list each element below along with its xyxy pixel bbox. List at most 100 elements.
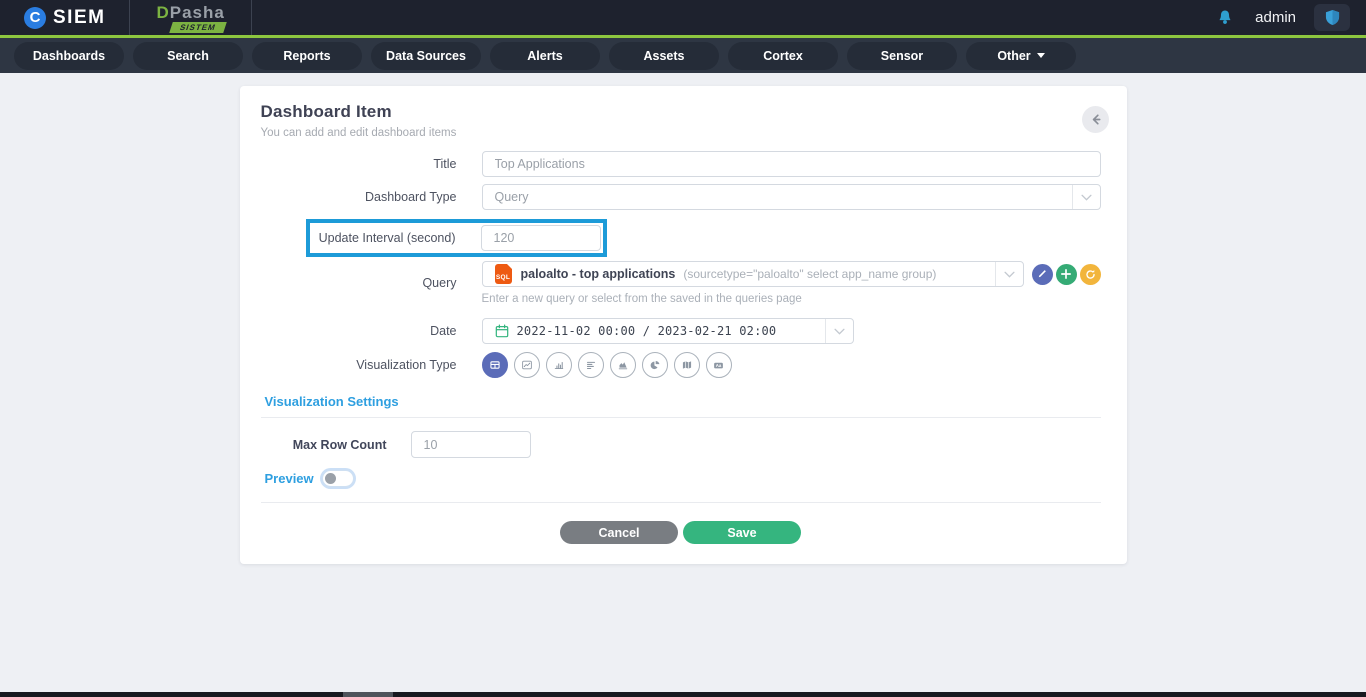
dashboard-type-value: Query (495, 190, 529, 204)
date-select[interactable]: 2022-11-02 00:00 / 2023-02-21 02:00 (482, 318, 854, 344)
page-subtitle: You can add and edit dashboard items (261, 127, 1101, 139)
max-row-count-row: Max Row Count (261, 431, 1101, 458)
cancel-button[interactable]: Cancel (560, 521, 678, 544)
top-bar: C SIEM DPasha SISTEM admin (0, 0, 1366, 38)
page-title: Dashboard Item (261, 102, 1101, 122)
viz-type-line-chart-button[interactable] (514, 352, 540, 378)
sql-icon-text: SQL (496, 274, 510, 281)
chevron-cell (995, 262, 1023, 286)
max-row-count-label: Max Row Count (281, 438, 387, 452)
viz-type-text-button[interactable]: Aa (706, 352, 732, 378)
query-label: Query (261, 276, 457, 290)
nav-item-dashboards[interactable]: Dashboards (14, 42, 124, 70)
user-profile-button[interactable] (1314, 4, 1350, 31)
visualization-settings-title: Visualization Settings (265, 394, 1101, 409)
viz-type-table-button[interactable] (482, 352, 508, 378)
nav-item-other[interactable]: Other (966, 42, 1076, 70)
nav-label: Other (997, 49, 1030, 63)
title-input[interactable] (482, 151, 1101, 177)
nav-label: Assets (644, 49, 685, 63)
visualization-type-row: Visualization Type (261, 352, 1101, 378)
refresh-icon (1085, 269, 1096, 280)
viz-type-horizontal-bar-chart-button[interactable] (578, 352, 604, 378)
siem-logo[interactable]: C SIEM (0, 0, 129, 35)
query-name: paloalto - top applications (521, 267, 676, 281)
back-button[interactable] (1082, 106, 1109, 133)
notifications-button[interactable] (1213, 6, 1237, 30)
nav-label: Reports (283, 49, 330, 63)
save-button[interactable]: Save (683, 521, 801, 544)
edit-query-button[interactable] (1032, 264, 1053, 285)
viz-type-bar-chart-button[interactable] (546, 352, 572, 378)
preview-row: Preview (261, 470, 1101, 487)
shield-icon (1325, 9, 1340, 26)
viz-type-area-chart-button[interactable] (610, 352, 636, 378)
date-field-wrap: 2022-11-02 00:00 / 2023-02-21 02:00 (482, 318, 854, 344)
bell-icon (1216, 9, 1234, 27)
pie-chart-icon (648, 358, 662, 372)
max-row-count-input[interactable] (411, 431, 531, 458)
chevron-cell (1072, 185, 1100, 209)
nav-item-sensor[interactable]: Sensor (847, 42, 957, 70)
nav-label: Dashboards (33, 49, 105, 63)
viz-type-map-button[interactable] (674, 352, 700, 378)
main-nav: Dashboards Search Reports Data Sources A… (0, 38, 1366, 73)
calendar-icon (495, 324, 509, 338)
nav-item-cortex[interactable]: Cortex (728, 42, 838, 70)
text-icon-label: Aa (716, 363, 722, 368)
nav-item-reports[interactable]: Reports (252, 42, 362, 70)
dashboard-type-select[interactable]: Query (482, 184, 1101, 210)
text-value-icon: Aa (711, 358, 726, 373)
query-helper-text: Enter a new query or select from the sav… (482, 293, 1101, 305)
query-action-buttons (1032, 264, 1101, 285)
siem-logo-text: SIEM (53, 7, 105, 29)
siem-logo-badge: C (24, 7, 46, 29)
nav-item-search[interactable]: Search (133, 42, 243, 70)
add-query-button[interactable] (1056, 264, 1077, 285)
preview-toggle[interactable] (322, 470, 354, 487)
arrow-left-icon (1089, 113, 1102, 126)
nav-item-assets[interactable]: Assets (609, 42, 719, 70)
update-interval-label: Update Interval (second) (310, 227, 456, 249)
bar-chart-icon (552, 358, 566, 372)
username-label: admin (1255, 9, 1296, 26)
header-right: admin (1213, 0, 1366, 35)
toggle-knob (325, 473, 336, 484)
viz-type-pie-chart-button[interactable] (642, 352, 668, 378)
query-select[interactable]: SQL paloalto - top applications (sourcet… (482, 261, 1024, 287)
nav-label: Search (167, 49, 209, 63)
dashboard-type-field-wrap: Query (482, 184, 1101, 210)
map-icon (680, 358, 694, 372)
section-divider (261, 417, 1101, 418)
refresh-query-button[interactable] (1080, 264, 1101, 285)
update-interval-input[interactable] (481, 225, 601, 251)
date-row: Date 2022-11-02 00:00 / 2023-02-21 02:00 (261, 318, 1101, 344)
dpasha-logo: DPasha SISTEM (130, 0, 250, 35)
plus-icon (1061, 269, 1071, 279)
dpasha-name: Pasha (170, 3, 225, 22)
horizontal-scrollbar-thumb[interactable] (343, 692, 393, 697)
query-row: Query SQL paloalto - top applications (s… (261, 261, 1101, 305)
title-row: Title (261, 151, 1101, 177)
query-detail: (sourcetype="paloalto" select app_name g… (683, 267, 936, 281)
nav-label: Cortex (763, 49, 803, 63)
title-field-wrap (482, 151, 1101, 177)
visualization-type-label: Visualization Type (261, 358, 457, 372)
nav-item-alerts[interactable]: Alerts (490, 42, 600, 70)
horizontal-bars-icon (584, 358, 598, 372)
footer-divider (261, 502, 1101, 503)
dashboard-type-label: Dashboard Type (261, 190, 457, 204)
chevron-down-icon (834, 328, 845, 335)
form-actions: Cancel Save (261, 521, 1101, 544)
date-range-value: 2022-11-02 00:00 / 2023-02-21 02:00 (517, 324, 777, 338)
chevron-down-icon (1004, 271, 1015, 278)
date-label: Date (261, 324, 457, 338)
dpasha-prefix: D (156, 3, 169, 22)
chevron-down-icon (1037, 53, 1045, 58)
visualization-type-options: Aa (482, 352, 1101, 378)
table-icon (488, 358, 502, 372)
nav-item-data-sources[interactable]: Data Sources (371, 42, 481, 70)
preview-label: Preview (265, 471, 314, 486)
pencil-icon (1037, 269, 1047, 279)
dashboard-type-row: Dashboard Type Query (261, 184, 1101, 210)
